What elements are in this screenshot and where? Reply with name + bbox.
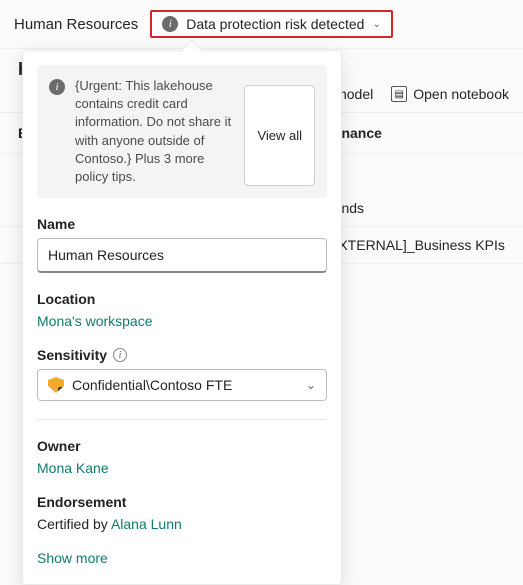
sensitivity-select[interactable]: Confidential\Contoso FTE ⌄ <box>37 369 327 401</box>
risk-label: Data protection risk detected <box>186 16 364 32</box>
endorser-link[interactable]: Alana Lunn <box>111 516 182 532</box>
sensitivity-value: Confidential\Contoso FTE <box>72 377 232 393</box>
info-outline-icon[interactable]: i <box>113 348 127 362</box>
chevron-down-icon: ⌄ <box>372 19 380 30</box>
open-notebook-label: Open notebook <box>413 86 509 102</box>
location-link[interactable]: Mona's workspace <box>37 313 327 329</box>
view-all-button[interactable]: View all <box>244 85 315 186</box>
owner-label: Owner <box>37 438 327 454</box>
notebook-icon: ▤ <box>391 86 407 102</box>
endorsement-label: Endorsement <box>37 494 327 510</box>
page-title: Human Resources <box>14 16 138 33</box>
name-label: Name <box>37 216 327 232</box>
details-popover: i {Urgent: This lakehouse contains credi… <box>22 50 342 585</box>
shield-icon <box>48 377 64 393</box>
divider <box>37 419 327 420</box>
row-trends-cell: rends <box>329 200 505 216</box>
show-more-link[interactable]: Show more <box>37 550 327 566</box>
open-notebook-button[interactable]: ▤ Open notebook <box>391 86 509 102</box>
policy-tip-text: {Urgent: This lakehouse contains credit … <box>75 77 234 186</box>
name-input[interactable] <box>37 238 327 273</box>
sensitivity-label: Sensitivity <box>37 347 107 363</box>
endorsement-value: Certified by Alana Lunn <box>37 516 327 532</box>
info-icon: i <box>49 79 65 95</box>
chevron-down-icon: ⌄ <box>306 378 316 392</box>
policy-tip-box: i {Urgent: This lakehouse contains credi… <box>37 65 327 198</box>
info-icon: i <box>162 16 178 32</box>
risk-detected-button[interactable]: i Data protection risk detected ⌄ <box>150 10 393 38</box>
column-finance-header: Finance <box>329 125 505 141</box>
location-label: Location <box>37 291 327 307</box>
row-business-kpis-cell: EXTERNAL]_Business KPIs <box>329 237 505 253</box>
owner-link[interactable]: Mona Kane <box>37 460 327 476</box>
